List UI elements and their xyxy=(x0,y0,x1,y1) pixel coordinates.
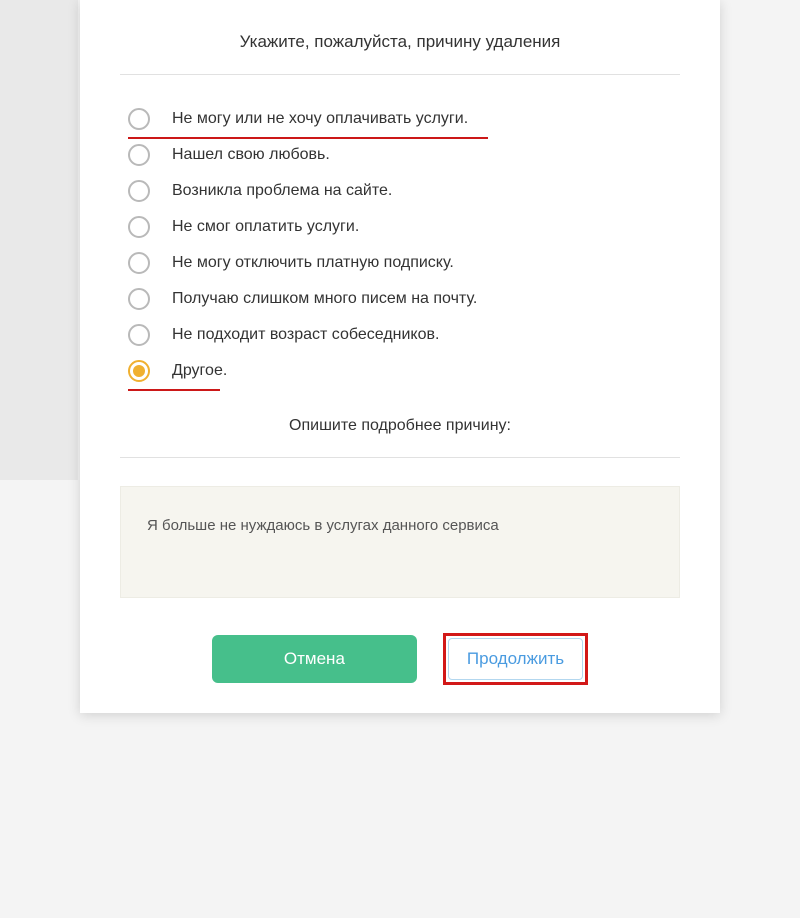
red-underline-annotation xyxy=(128,389,220,391)
cancel-button[interactable]: Отмена xyxy=(212,635,417,683)
reason-option[interactable]: Не подходит возраст собеседников. xyxy=(128,317,680,353)
radio-icon[interactable] xyxy=(128,216,150,238)
highlight-annotation: Продолжить xyxy=(443,633,588,685)
reason-options: Не могу или не хочу оплачивать услуги. На… xyxy=(128,101,680,389)
radio-icon[interactable] xyxy=(128,180,150,202)
radio-icon[interactable] xyxy=(128,324,150,346)
reason-option-label: Нашел свою любовь. xyxy=(172,146,330,164)
describe-subtitle: Опишите подробнее причину: xyxy=(120,417,680,435)
reason-option[interactable]: Не смог оплатить услуги. xyxy=(128,209,680,245)
dialog-title: Укажите, пожалуйста, причину удаления xyxy=(120,32,680,52)
radio-icon[interactable] xyxy=(128,288,150,310)
divider xyxy=(120,74,680,75)
reason-option[interactable]: Получаю слишком много писем на почту. xyxy=(128,281,680,317)
reason-option[interactable]: Не могу или не хочу оплачивать услуги. xyxy=(128,101,680,137)
reason-option-label: Получаю слишком много писем на почту. xyxy=(172,290,477,308)
background-sidebar xyxy=(0,0,78,480)
reason-option-label: Возникла проблема на сайте. xyxy=(172,182,392,200)
delete-reason-dialog: Укажите, пожалуйста, причину удаления Не… xyxy=(80,0,720,713)
reason-option-label: Не могу или не хочу оплачивать услуги. xyxy=(172,110,468,128)
reason-option[interactable]: Возникла проблема на сайте. xyxy=(128,173,680,209)
reason-option[interactable]: Не могу отключить платную подписку. xyxy=(128,245,680,281)
reason-option[interactable]: Нашел свою любовь. xyxy=(128,137,680,173)
dialog-footer: Отмена Продолжить xyxy=(120,633,680,685)
radio-icon[interactable] xyxy=(128,108,150,130)
reason-option-label: Не смог оплатить услуги. xyxy=(172,218,359,236)
continue-button[interactable]: Продолжить xyxy=(448,638,583,680)
radio-icon[interactable] xyxy=(128,252,150,274)
radio-icon[interactable] xyxy=(128,144,150,166)
divider xyxy=(120,457,680,458)
reason-option-label: Не подходит возраст собеседников. xyxy=(172,326,439,344)
reason-option-label: Другое. xyxy=(172,362,227,380)
reason-option-label: Не могу отключить платную подписку. xyxy=(172,254,454,272)
reason-option[interactable]: Другое. xyxy=(128,353,680,389)
reason-textarea[interactable] xyxy=(120,486,680,598)
radio-icon[interactable] xyxy=(128,360,150,382)
